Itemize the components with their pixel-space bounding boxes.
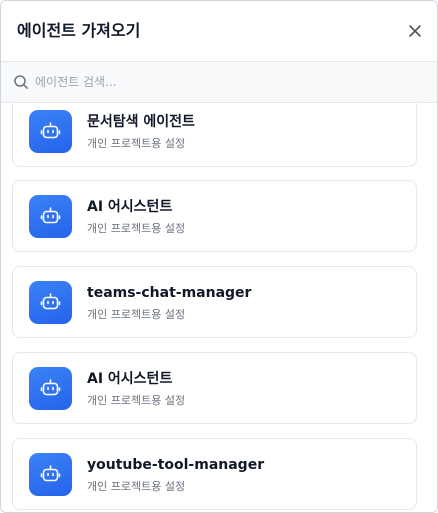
agent-card[interactable]: AI 어시스턴트 개인 프로젝트용 설정: [12, 352, 417, 424]
agent-description: 개인 프로젝트용 설정: [87, 480, 186, 493]
import-agent-dialog: 에이전트 가져오기 문서탐색 에이전트: [0, 0, 438, 513]
dialog-title: 에이전트 가져오기: [17, 21, 141, 40]
agent-description: 개인 프로젝트용 설정: [87, 394, 186, 407]
close-icon[interactable]: [406, 22, 424, 40]
robot-icon: [29, 453, 72, 496]
agent-name: 문서탐색 에이전트: [87, 114, 195, 130]
agent-name: AI 어시스턴트: [87, 199, 173, 215]
robot-icon: [29, 281, 72, 324]
agent-name: teams-chat-manager: [87, 285, 252, 301]
agent-description: 개인 프로젝트용 설정: [87, 222, 186, 235]
agent-description: 개인 프로젝트용 설정: [87, 137, 186, 150]
search-icon: [13, 74, 29, 90]
agent-card[interactable]: AI 어시스턴트 개인 프로젝트용 설정: [12, 180, 417, 252]
agent-name: AI 어시스턴트: [87, 371, 173, 387]
agent-list[interactable]: 문서탐색 에이전트 개인 프로젝트용 설정 AI 어시스턴트 개인 프로젝트용 …: [1, 103, 437, 512]
agent-name: youtube-tool-manager: [87, 457, 265, 473]
agent-card[interactable]: 문서탐색 에이전트 개인 프로젝트용 설정: [12, 103, 417, 167]
robot-icon: [29, 367, 72, 410]
robot-icon: [29, 110, 72, 153]
robot-icon: [29, 195, 72, 238]
agent-description: 개인 프로젝트용 설정: [87, 308, 186, 321]
dialog-header: 에이전트 가져오기: [1, 1, 437, 62]
search-input[interactable]: [35, 71, 415, 93]
agent-card[interactable]: teams-chat-manager 개인 프로젝트용 설정: [12, 266, 417, 338]
agent-card[interactable]: youtube-tool-manager 개인 프로젝트용 설정: [12, 438, 417, 510]
search-bar: [1, 62, 437, 103]
